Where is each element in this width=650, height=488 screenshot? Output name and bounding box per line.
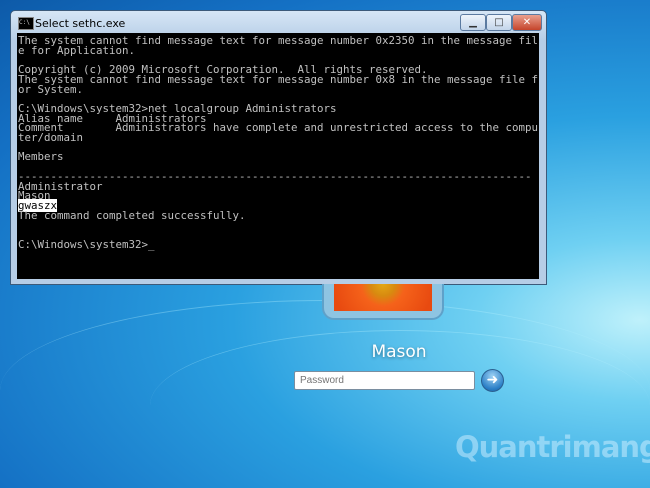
username-label: Mason [371,342,427,362]
watermark-logo: Quantrimang [455,430,650,464]
maximize-button[interactable]: □ [486,14,512,31]
submit-arrow-button[interactable]: ➜ [481,369,504,392]
console-output[interactable]: The system cannot find message text for … [17,33,539,279]
console-text-after: The command completed successfully. C:\W… [18,208,246,251]
console-app-icon: C:\ [18,17,34,30]
password-input[interactable] [294,371,475,390]
flower-picture [334,284,432,311]
close-button[interactable]: ✕ [512,14,542,31]
console-text: The system cannot find message text for … [18,34,539,203]
console-window[interactable]: C:\ Select sethc.exe ▁ □ ✕ The system ca… [10,10,547,285]
user-avatar [322,284,444,320]
window-title: Select sethc.exe [35,17,126,30]
minimize-button[interactable]: ▁ [460,14,486,31]
